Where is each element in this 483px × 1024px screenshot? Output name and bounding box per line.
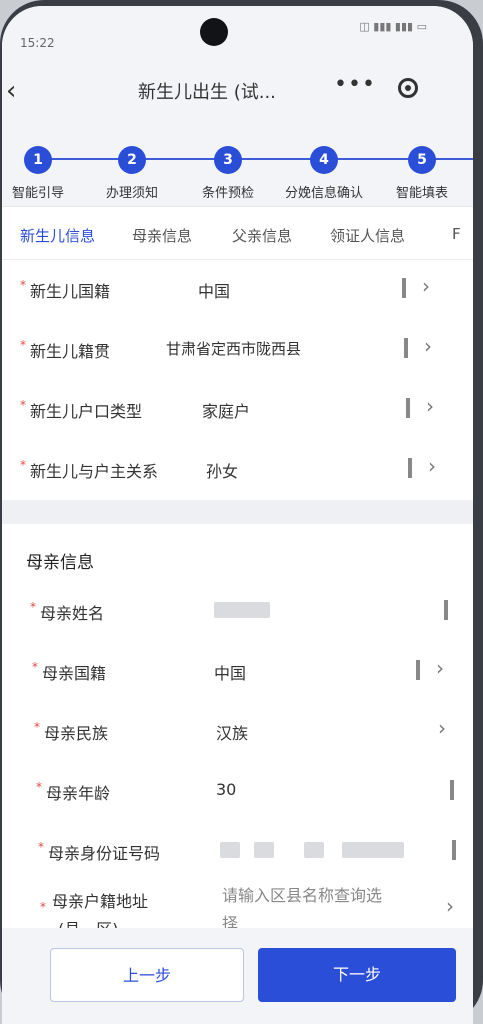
redacted-name: [214, 602, 270, 618]
close-miniprogram-icon[interactable]: [398, 78, 418, 98]
scroll-indicator: [444, 600, 448, 620]
back-icon[interactable]: ‹: [6, 76, 16, 106]
field-value: 中国: [214, 664, 247, 683]
tab-recipient-info[interactable]: 领证人信息: [330, 225, 405, 246]
field-label: 母亲国籍: [42, 664, 107, 683]
field-label: 母亲年龄: [46, 784, 111, 803]
chevron-right-icon: ›: [446, 894, 454, 918]
field-value: 中国: [198, 282, 231, 301]
field-label: 母亲民族: [44, 724, 109, 743]
step-2[interactable]: 2 办理须知: [87, 146, 177, 201]
step-label: 智能填表: [395, 186, 448, 201]
step-number: 1: [24, 146, 52, 174]
field-value: 甘肃省定西市陇西县: [166, 340, 302, 358]
required-mark: *: [34, 720, 40, 734]
mother-ethnicity-row[interactable]: * 母亲民族 汉族 ›: [2, 702, 473, 762]
redacted-id-part: [254, 842, 274, 858]
required-mark: *: [40, 900, 46, 914]
phone-frame: 15:22 ◫ ▮▮▮ ▮▮▮ ▭ ‹ 新生儿出生 (试... ••• 1 智能…: [0, 0, 483, 1024]
chevron-right-icon: ›: [426, 394, 434, 418]
more-icon[interactable]: •••: [334, 72, 376, 97]
scroll-indicator: [406, 398, 410, 418]
required-mark: *: [20, 278, 26, 292]
step-label: 办理须知: [105, 186, 158, 201]
scroll-indicator: [402, 278, 406, 298]
step-number: 2: [118, 146, 146, 174]
newborn-household-type-row[interactable]: * 新生儿户口类型 家庭户 ›: [2, 380, 473, 440]
required-mark: *: [20, 338, 26, 352]
step-label: 条件预检: [201, 186, 254, 201]
field-label: 母亲姓名: [40, 604, 105, 623]
camera-cutout: [200, 18, 228, 46]
tab-mother-info[interactable]: 母亲信息: [132, 225, 192, 246]
tab-father-info[interactable]: 父亲信息: [232, 225, 292, 246]
form-tabs: 新生儿信息 母亲信息 父亲信息 领证人信息 F: [2, 206, 473, 260]
step-number: 5: [408, 146, 436, 174]
section-divider: [2, 500, 473, 524]
scroll-indicator: [416, 660, 420, 680]
tab-more[interactable]: F: [452, 225, 461, 243]
title-bar: ‹ 新生儿出生 (试... •••: [2, 68, 473, 118]
field-label: 母亲身份证号码: [48, 844, 161, 863]
scroll-indicator: [408, 458, 412, 478]
progress-steps: 1 智能引导 2 办理须知 3 条件预检 4 分娩信息确认 5 智能填表: [2, 118, 473, 206]
status-time: 15:22: [20, 36, 55, 50]
scroll-indicator: [404, 338, 408, 358]
step-number: 3: [214, 146, 242, 174]
redacted-id-part: [342, 842, 404, 858]
step-5[interactable]: 5 智能填表: [377, 146, 467, 201]
chevron-right-icon: ›: [436, 656, 444, 680]
mother-age-row[interactable]: * 母亲年龄 30: [2, 762, 473, 822]
field-value: 汉族: [216, 724, 249, 743]
field-value: 家庭户: [202, 402, 251, 421]
next-step-button[interactable]: 下一步: [258, 948, 456, 1002]
chevron-right-icon: ›: [438, 716, 446, 740]
step-4[interactable]: 4 分娩信息确认: [279, 146, 369, 201]
chevron-right-icon: ›: [428, 454, 436, 478]
scroll-indicator: [450, 780, 454, 800]
mother-name-row[interactable]: * 母亲姓名: [2, 582, 473, 642]
field-value: 孙女: [206, 462, 239, 481]
redacted-id-part: [304, 842, 324, 858]
status-icons: ◫ ▮▮▮ ▮▮▮ ▭: [359, 20, 427, 33]
field-label: 母亲户籍地址: [52, 892, 149, 911]
address-placeholder[interactable]: 请输入区县名称查询选: [222, 882, 382, 910]
bottom-action-bar: 上一步 下一步: [2, 928, 473, 1024]
newborn-relation-row[interactable]: * 新生儿与户主关系 孙女 ›: [2, 440, 473, 500]
scroll-indicator: [452, 840, 456, 860]
required-mark: *: [32, 660, 38, 674]
field-label: 新生儿与户主关系: [30, 462, 159, 481]
required-mark: *: [30, 600, 36, 614]
step-1[interactable]: 1 智能引导: [2, 146, 83, 201]
tab-newborn-info[interactable]: 新生儿信息: [20, 225, 95, 246]
chevron-right-icon: ›: [422, 274, 430, 298]
field-label: 新生儿户口类型: [30, 402, 143, 421]
newborn-nationality-row[interactable]: * 新生儿国籍 中国 ›: [2, 260, 473, 320]
step-label: 分娩信息确认: [284, 186, 363, 201]
mother-nationality-row[interactable]: * 母亲国籍 中国 ›: [2, 642, 473, 702]
status-bar: 15:22 ◫ ▮▮▮ ▮▮▮ ▭: [2, 6, 473, 68]
screen: 15:22 ◫ ▮▮▮ ▮▮▮ ▭ ‹ 新生儿出生 (试... ••• 1 智能…: [2, 6, 473, 1024]
step-3[interactable]: 3 条件预检: [183, 146, 273, 201]
mother-id-number-row[interactable]: * 母亲身份证号码: [2, 822, 473, 882]
section-title: 母亲信息: [26, 553, 94, 573]
step-label: 智能引导: [11, 186, 64, 201]
required-mark: *: [38, 840, 44, 854]
page-title: 新生儿出生 (试...: [138, 82, 276, 103]
field-label: 新生儿籍贯: [30, 342, 111, 361]
redacted-id-part: [220, 842, 240, 858]
previous-step-button[interactable]: 上一步: [50, 948, 244, 1002]
field-label: 新生儿国籍: [30, 282, 111, 301]
mother-section-header: 母亲信息: [2, 524, 473, 582]
field-value: 30: [216, 780, 237, 799]
required-mark: *: [36, 780, 42, 794]
step-number: 4: [310, 146, 338, 174]
newborn-native-place-row[interactable]: * 新生儿籍贯 甘肃省定西市陇西县 ›: [2, 320, 473, 380]
chevron-right-icon: ›: [424, 334, 432, 358]
required-mark: *: [20, 458, 26, 472]
required-mark: *: [20, 398, 26, 412]
